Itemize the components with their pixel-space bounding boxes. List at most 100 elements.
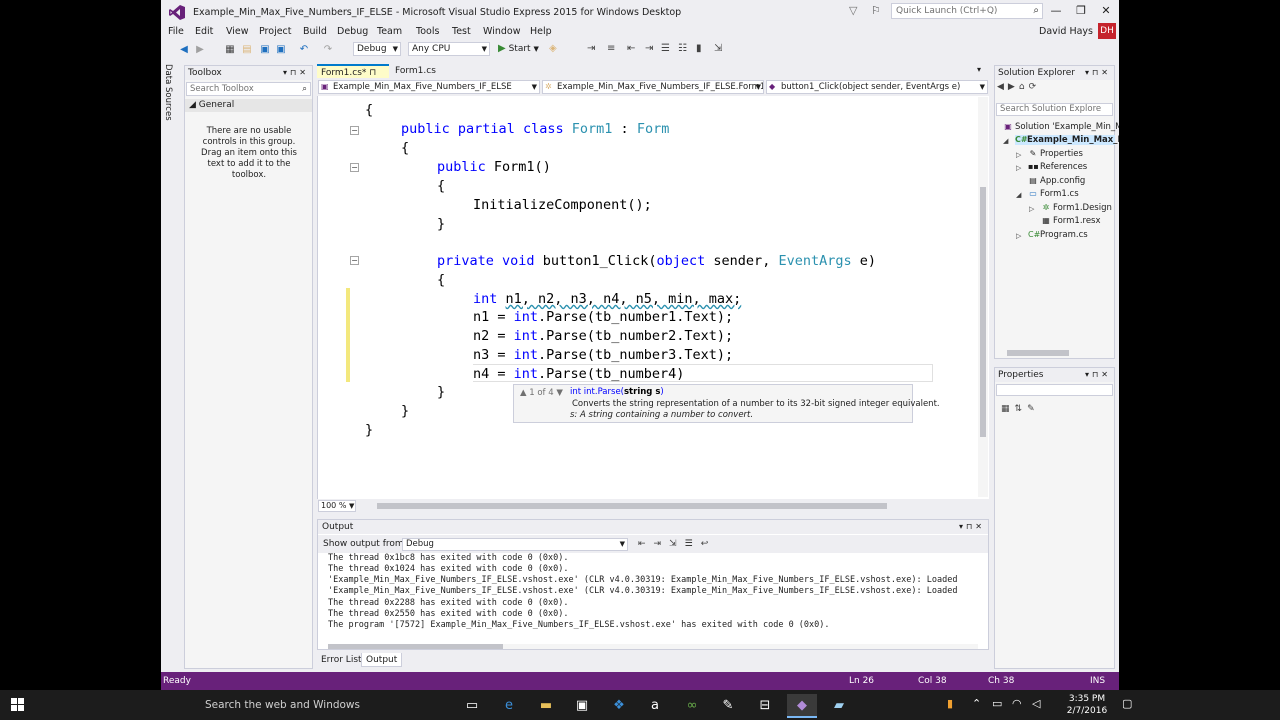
amazon-icon[interactable]: a bbox=[640, 694, 670, 718]
comment-out-icon[interactable]: ☰ bbox=[661, 43, 670, 54]
find-message-icon[interactable]: ⇤ bbox=[638, 539, 654, 549]
pin-icon[interactable]: ⊓ bbox=[1092, 68, 1101, 77]
se-horizontal-scrollbar[interactable] bbox=[1007, 350, 1069, 356]
expand-arrow-icon[interactable]: ◢ bbox=[1016, 191, 1021, 199]
filter-icon[interactable]: ▽ bbox=[849, 4, 857, 17]
tree-item-properties[interactable]: ✎ Properties bbox=[1028, 149, 1083, 159]
uncomment-icon[interactable]: ☷ bbox=[678, 43, 687, 54]
next-message-icon[interactable]: ⇲ bbox=[669, 539, 685, 549]
menu-view[interactable]: View bbox=[226, 26, 249, 37]
open-file-icon[interactable]: ▤ bbox=[240, 43, 254, 56]
start-button[interactable]: ▶ Start ▼ bbox=[498, 43, 539, 54]
word-wrap-icon[interactable]: ↩ bbox=[701, 539, 717, 549]
notifications-icon[interactable]: ▢ bbox=[1122, 697, 1132, 710]
zoom-dropdown[interactable]: 100 % ▼ bbox=[318, 500, 356, 512]
expand-arrow-icon[interactable]: ◢ bbox=[1003, 137, 1008, 145]
new-project-icon[interactable]: ▦ bbox=[223, 43, 237, 56]
scrollbar-thumb[interactable] bbox=[980, 187, 986, 437]
close-icon[interactable]: ✕ bbox=[975, 522, 985, 531]
code-editor[interactable]: − − − { public partial class Form1 : For… bbox=[317, 96, 989, 499]
indent-icon[interactable]: ⇤ bbox=[627, 43, 635, 54]
back-icon[interactable]: ◀ bbox=[997, 82, 1008, 92]
step-icon[interactable]: ⇥ bbox=[587, 43, 595, 54]
menu-project[interactable]: Project bbox=[259, 26, 292, 37]
expand-arrow-icon[interactable]: ▷ bbox=[1016, 151, 1021, 159]
edge-icon[interactable]: e bbox=[494, 694, 524, 718]
data-sources-tab[interactable]: Data Sources bbox=[163, 64, 179, 124]
user-name[interactable]: David Hays bbox=[1039, 26, 1093, 37]
save-all-icon[interactable]: ▣ bbox=[274, 43, 288, 56]
collapse-icon[interactable]: − bbox=[350, 163, 359, 172]
pin-icon[interactable]: ⊓ bbox=[966, 522, 975, 531]
store-icon[interactable]: ▣ bbox=[567, 694, 597, 718]
browser-link-icon[interactable]: ◈ bbox=[549, 43, 557, 54]
categorized-icon[interactable]: ▦ bbox=[1001, 404, 1015, 414]
dropbox-icon[interactable]: ❖ bbox=[604, 694, 634, 718]
close-icon[interactable]: ✕ bbox=[1101, 370, 1111, 379]
bookmark-icon[interactable]: ▮ bbox=[696, 43, 702, 54]
tab-error-list[interactable]: Error List bbox=[317, 653, 366, 667]
terminal-icon[interactable]: ⊟ bbox=[750, 694, 780, 718]
menu-debug[interactable]: Debug bbox=[337, 26, 368, 37]
quick-launch-input[interactable]: Quick Launch (Ctrl+Q) bbox=[896, 6, 997, 16]
tab-output[interactable]: Output bbox=[361, 653, 403, 667]
battery-icon[interactable]: ▭ bbox=[992, 697, 1002, 710]
toolbox-group-general[interactable]: ◢ General bbox=[185, 99, 312, 112]
dropdown-icon[interactable]: ▾ bbox=[283, 68, 290, 77]
comment-icon[interactable]: ≡ bbox=[607, 43, 615, 54]
forward-icon[interactable]: ▶ bbox=[193, 43, 207, 56]
volume-icon[interactable]: ◁ bbox=[1032, 697, 1040, 710]
properties-object-dropdown[interactable] bbox=[996, 384, 1113, 396]
expand-arrow-icon[interactable]: ▷ bbox=[1029, 205, 1034, 213]
tray-up-arrow-icon[interactable]: ⌃ bbox=[972, 697, 981, 710]
redo-icon[interactable]: ↷ bbox=[321, 43, 335, 56]
menu-build[interactable]: Build bbox=[303, 26, 327, 37]
expand-arrow-icon[interactable]: ▷ bbox=[1016, 164, 1021, 172]
menu-edit[interactable]: Edit bbox=[195, 26, 213, 37]
tab-form1-design[interactable]: Form1.cs [Design]* bbox=[391, 64, 481, 90]
config-dropdown[interactable]: Debug ▼ bbox=[353, 42, 401, 56]
tree-item-solution[interactable]: ▣ Solution 'Example_Min_M bbox=[1003, 122, 1119, 132]
menu-team[interactable]: Team bbox=[377, 26, 402, 37]
network-icon[interactable]: ◠ bbox=[1012, 697, 1022, 710]
menu-help[interactable]: Help bbox=[530, 26, 552, 37]
taskbar-search[interactable]: Search the web and Windows bbox=[205, 699, 360, 711]
menu-window[interactable]: Window bbox=[483, 26, 520, 37]
overload-counter[interactable]: ▲ 1 of 4 ▼ bbox=[520, 388, 563, 398]
editor-vertical-scrollbar[interactable] bbox=[978, 97, 988, 497]
class-dropdown[interactable]: ✲ Example_Min_Max_Five_Numbers_IF_ELSE.F… bbox=[542, 80, 764, 94]
task-view-icon[interactable]: ▭ bbox=[457, 694, 487, 718]
solution-search-input[interactable]: Search Solution Explore bbox=[996, 103, 1113, 116]
tree-item-form1[interactable]: ▭ Form1.cs bbox=[1028, 189, 1078, 199]
maximize-button[interactable]: ❐ bbox=[1070, 3, 1092, 19]
close-icon[interactable]: ✕ bbox=[299, 68, 309, 77]
avatar[interactable]: DH bbox=[1098, 23, 1116, 39]
project-dropdown[interactable]: ▣ Example_Min_Max_Five_Numbers_IF_ELSE ▼ bbox=[318, 80, 540, 94]
output-source-dropdown[interactable]: Debug ▼ bbox=[402, 538, 628, 551]
prev-message-icon[interactable]: ⇥ bbox=[654, 539, 670, 549]
undo-icon[interactable]: ↶ bbox=[297, 43, 311, 56]
search-icon[interactable]: ⌕ bbox=[1033, 5, 1039, 16]
visual-studio-taskbar-icon[interactable]: ◆ bbox=[787, 694, 817, 718]
paint-icon[interactable]: ▰ bbox=[824, 694, 854, 718]
menu-test[interactable]: Test bbox=[452, 26, 471, 37]
collapse-icon[interactable]: − bbox=[350, 126, 359, 135]
dropdown-icon[interactable]: ▾ bbox=[1085, 370, 1092, 379]
editor-horizontal-scrollbar[interactable] bbox=[377, 503, 887, 509]
forward-icon[interactable]: ▶ bbox=[1008, 82, 1019, 92]
tree-item-form1-designer[interactable]: ✲ Form1.Design bbox=[1041, 203, 1112, 213]
dropdown-icon[interactable]: ▾ bbox=[959, 522, 966, 531]
pin-icon[interactable]: ⊓ bbox=[369, 68, 376, 78]
back-icon[interactable]: ◀ bbox=[177, 43, 191, 56]
member-dropdown[interactable]: ◆ button1_Click(object sender, EventArgs… bbox=[766, 80, 988, 94]
search-icon[interactable]: ⌕ bbox=[302, 83, 307, 95]
expand-arrow-icon[interactable]: ▷ bbox=[1016, 232, 1021, 240]
pin-icon[interactable]: ⊓ bbox=[1092, 370, 1101, 379]
output-horizontal-scrollbar[interactable] bbox=[328, 644, 978, 649]
save-icon[interactable]: ▣ bbox=[258, 43, 272, 56]
tree-item-project[interactable]: C#Example_Min_Max_F bbox=[1015, 135, 1119, 145]
collapse-icon[interactable]: − bbox=[350, 256, 359, 265]
platform-dropdown[interactable]: Any CPU ▼ bbox=[408, 42, 490, 56]
tab-dropdown-icon[interactable]: ▾ bbox=[977, 65, 981, 74]
close-button[interactable]: ✕ bbox=[1095, 3, 1117, 19]
